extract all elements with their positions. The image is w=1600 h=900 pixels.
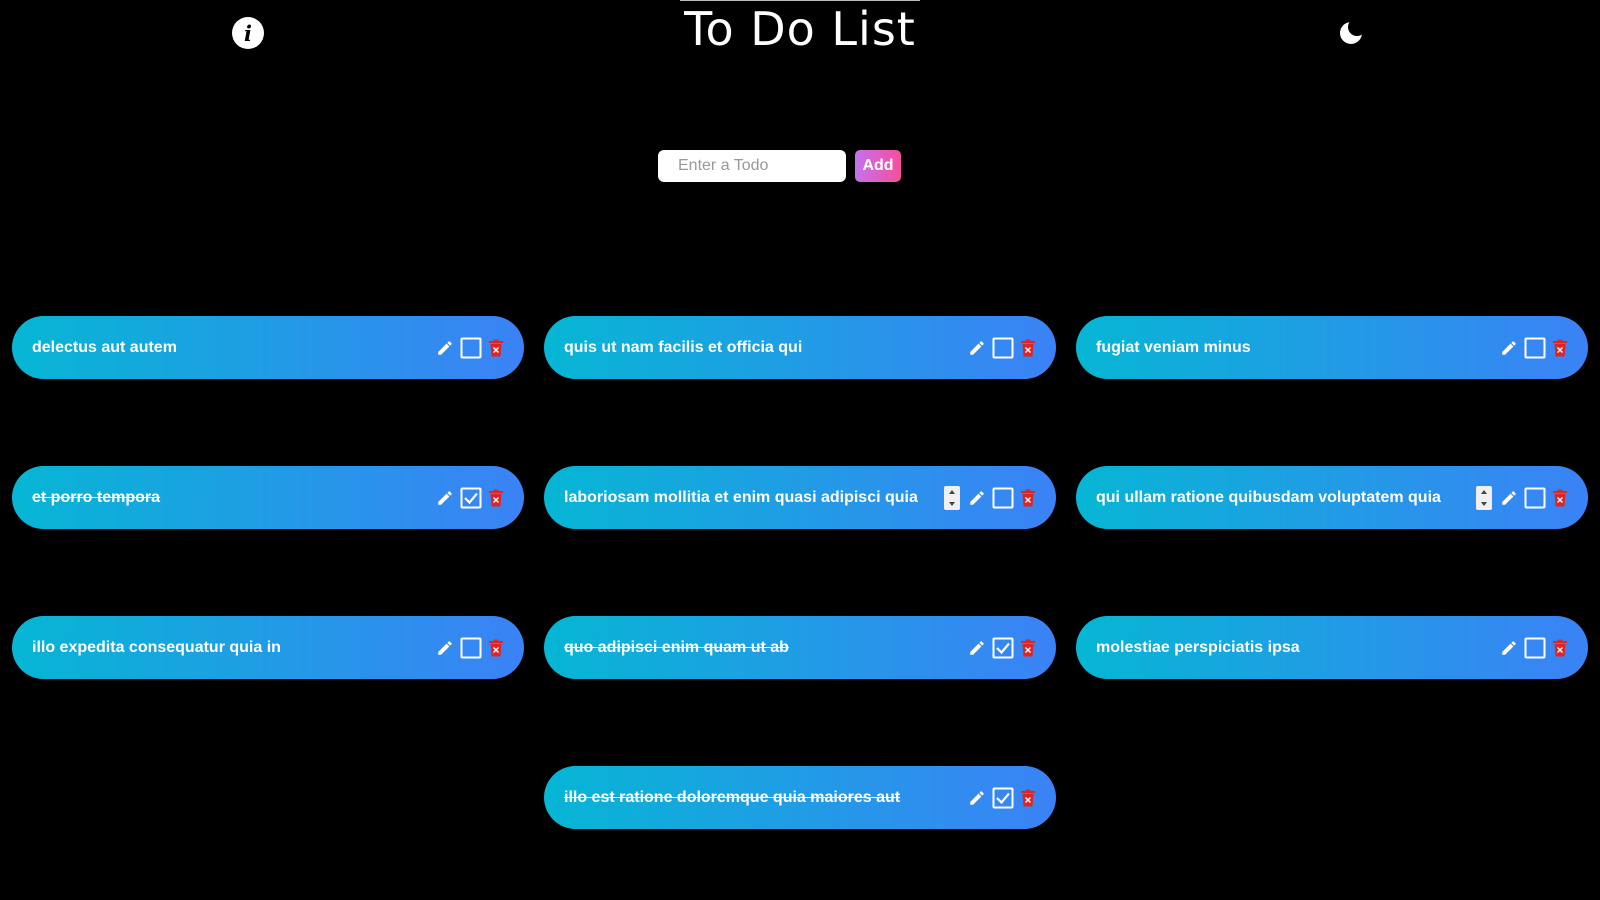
checkbox-icon[interactable] [992,337,1014,359]
todo-item: illo expedita consequatur quia in [12,616,524,679]
add-button[interactable]: Add [855,150,901,182]
trash-icon[interactable] [1552,339,1568,357]
moon-icon [1340,18,1366,44]
order-stepper[interactable] [1476,485,1492,510]
checked-checkbox-icon[interactable] [460,487,482,509]
todo-list: delectus aut autem quis ut nam facilis et… [12,316,1588,829]
trash-icon[interactable] [1552,489,1568,507]
checkbox-icon[interactable] [460,337,482,359]
todo-text: illo expedita consequatur quia in [32,638,281,656]
pencil-icon[interactable] [1500,639,1518,657]
todo-actions [1500,337,1568,359]
pencil-icon[interactable] [968,489,986,507]
checkbox-icon[interactable] [1524,487,1546,509]
todo-item: qui ullam ratione quibusdam voluptatem q… [1076,466,1588,529]
theme-toggle-button[interactable] [1336,17,1368,49]
todo-item: et porro tempora [12,466,524,529]
trash-icon[interactable] [488,489,504,507]
trash-icon[interactable] [1020,789,1036,807]
pencil-icon[interactable] [968,339,986,357]
trash-icon[interactable] [1552,639,1568,657]
todo-actions [1476,485,1568,510]
todo-item: quis ut nam facilis et officia qui [544,316,1056,379]
todo-item: delectus aut autem [12,316,524,379]
pencil-icon[interactable] [1500,489,1518,507]
trash-icon[interactable] [488,339,504,357]
checkbox-icon[interactable] [460,637,482,659]
todo-text: quo adipisci enim quam ut ab [564,638,789,656]
todo-actions [968,337,1036,359]
trash-icon[interactable] [1020,639,1036,657]
todo-text: delectus aut autem [32,338,177,356]
checkbox-icon[interactable] [992,487,1014,509]
checkbox-icon[interactable] [1524,637,1546,659]
todo-actions [968,787,1036,809]
pencil-icon[interactable] [436,639,454,657]
todo-item: molestiae perspiciatis ipsa [1076,616,1588,679]
todo-actions [968,637,1036,659]
checkbox-icon[interactable] [1524,337,1546,359]
todo-text: illo est ratione doloremque quia maiores… [564,788,901,806]
todo-actions [436,337,504,359]
trash-icon[interactable] [1020,339,1036,357]
pencil-icon[interactable] [436,489,454,507]
todo-actions [1500,637,1568,659]
todo-text: qui ullam ratione quibusdam voluptatem q… [1096,488,1441,506]
trash-icon[interactable] [1020,489,1036,507]
todo-text: et porro tempora [32,488,161,506]
todo-text: fugiat veniam minus [1096,338,1251,356]
todo-text: quis ut nam facilis et officia qui [564,338,803,356]
pencil-icon[interactable] [968,789,986,807]
todo-item: illo est ratione doloremque quia maiores… [544,766,1056,829]
trash-icon[interactable] [488,639,504,657]
pencil-icon[interactable] [968,639,986,657]
todo-actions [944,485,1036,510]
todo-item: laboriosam mollitia et enim quasi adipis… [544,466,1056,529]
header-accent-line [680,0,920,1]
order-stepper[interactable] [944,485,960,510]
add-todo-form: Add [658,150,901,182]
todo-actions [436,637,504,659]
todo-text: laboriosam mollitia et enim quasi adipis… [564,488,918,506]
pencil-icon[interactable] [1500,339,1518,357]
pencil-icon[interactable] [436,339,454,357]
todo-input[interactable] [658,150,846,182]
todo-actions [436,487,504,509]
todo-item: quo adipisci enim quam ut ab [544,616,1056,679]
checked-checkbox-icon[interactable] [992,787,1014,809]
checked-checkbox-icon[interactable] [992,637,1014,659]
todo-item: fugiat veniam minus [1076,316,1588,379]
todo-text: molestiae perspiciatis ipsa [1096,638,1300,656]
